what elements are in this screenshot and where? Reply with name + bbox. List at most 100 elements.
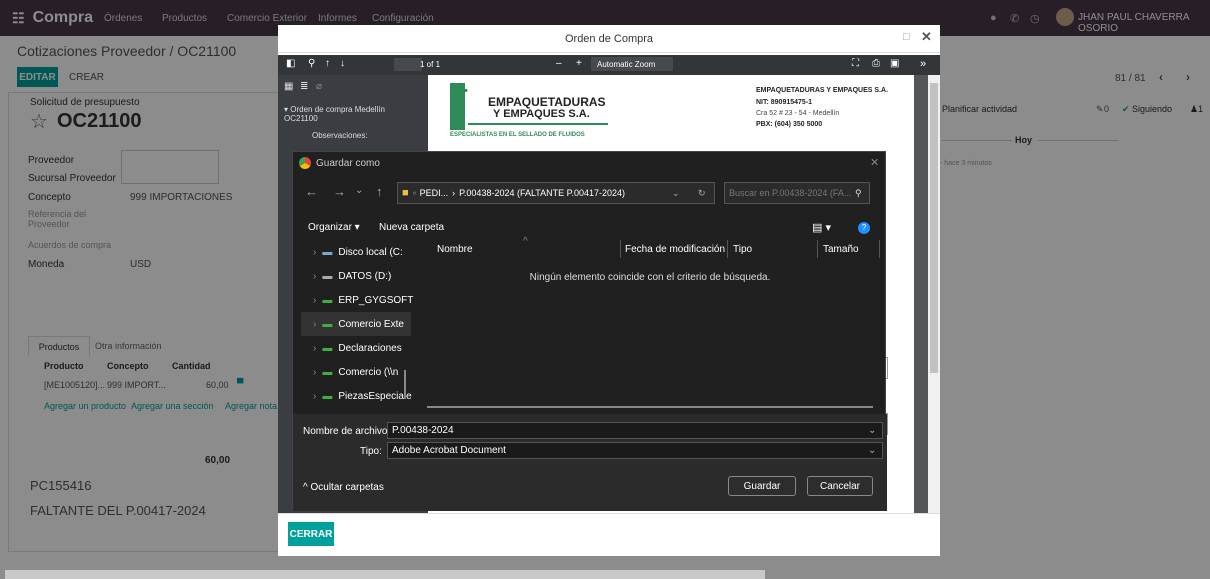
file-list-scrollbar[interactable]: [427, 406, 873, 408]
expand-icon[interactable]: ›: [313, 319, 316, 330]
pdf-toolbar: ◧ ⚲ ↑ ↓ 1 of 1 – + Automatic Zoom ⛶ ⎙ ▣ …: [278, 55, 940, 75]
hide-folders-toggle[interactable]: ^ Ocultar carpetas: [303, 482, 384, 493]
file-list-header: Nombre ^ Fecha de modificación Tipo Tama…: [417, 236, 883, 260]
outline-item[interactable]: ▾ Orden de compra Medellín OC21100: [284, 105, 404, 123]
col-fecha[interactable]: Fecha de modificación: [625, 244, 725, 255]
fullscreen-icon[interactable]: ⛶: [852, 58, 859, 69]
tree-item-declaraciones[interactable]: › ▬ Declaraciones: [301, 336, 411, 360]
maximize-icon[interactable]: □: [903, 31, 910, 43]
forward-icon[interactable]: →: [333, 184, 346, 199]
search-icon[interactable]: ⚲: [855, 188, 862, 199]
tree-label: Disco local (C:: [338, 246, 403, 258]
expand-icon[interactable]: ›: [313, 391, 316, 402]
close-icon[interactable]: ✕: [921, 29, 932, 45]
folder-icon: ■: [402, 187, 409, 199]
page-number-input[interactable]: [394, 58, 422, 71]
logo-line2: Y EMPAQUES S.A.: [493, 108, 590, 120]
download-icon[interactable]: ▣: [890, 58, 899, 69]
modal-title: Orden de Compra: [564, 33, 654, 45]
filename-dropdown-icon[interactable]: ⌄: [868, 425, 876, 436]
command-bar: Organizar ▾ Nueva carpeta ▤ ▾ ?: [293, 216, 887, 238]
page-scrollbar[interactable]: [5, 570, 765, 579]
col-nombre[interactable]: Nombre: [437, 244, 473, 255]
type-dropdown-icon[interactable]: ⌄: [868, 445, 876, 456]
col-tipo[interactable]: Tipo: [733, 244, 752, 255]
dialog-title: Guardar como: [316, 158, 380, 169]
overflow-icon[interactable]: «: [413, 190, 417, 197]
back-icon[interactable]: ←: [305, 184, 318, 199]
expand-icon[interactable]: ›: [313, 367, 316, 378]
thumbnails-icon[interactable]: ▦: [284, 81, 293, 92]
refresh-icon[interactable]: ↻: [698, 188, 706, 199]
zoom-select[interactable]: Automatic Zoom: [591, 57, 673, 71]
company-pbx: PBX: (604) 350 5000: [756, 121, 823, 128]
search-icon[interactable]: ⚲: [308, 58, 315, 69]
outline-sub-item[interactable]: Observaciones:: [312, 131, 368, 140]
tree-item-erp[interactable]: › ▬ ERP_GYGSOFT: [301, 288, 413, 312]
outline-icon[interactable]: ≣: [300, 81, 308, 92]
expand-icon[interactable]: ›: [313, 295, 316, 306]
page-down-icon[interactable]: ↓: [340, 58, 345, 69]
path-current[interactable]: P.00438-2024 (FALTANTE P.00417-2024): [459, 188, 625, 198]
save-button[interactable]: Guardar: [728, 476, 796, 496]
path-separator-icon: ›: [452, 188, 456, 198]
close-modal-button[interactable]: CERRAR: [288, 522, 334, 546]
tree-item-comercio-n[interactable]: › ▬ Comercio (\\n: [301, 360, 411, 384]
up-icon[interactable]: ↑: [376, 184, 383, 199]
print-icon[interactable]: ⎙: [872, 58, 880, 69]
tree-label: Comercio (\\n: [338, 366, 399, 378]
more-tools-icon[interactable]: »: [920, 58, 926, 70]
col-divider: [879, 240, 880, 258]
filename-value: P.00438-2024: [392, 425, 454, 436]
col-tamano[interactable]: Tamaño: [823, 244, 859, 255]
chrome-icon: [299, 157, 311, 169]
organize-label: Organizar: [308, 222, 352, 233]
attachments-icon[interactable]: ⌀: [316, 81, 322, 92]
type-select[interactable]: Adobe Acrobat Document ⌄: [387, 442, 883, 459]
filename-input[interactable]: P.00438-2024 ⌄: [387, 422, 883, 439]
network-drive-icon: ▬: [322, 318, 333, 330]
file-list: Nombre ^ Fecha de modificación Tipo Tama…: [417, 236, 883, 410]
sidebar-toggle-icon[interactable]: ◧: [286, 58, 295, 69]
company-nit: NIT: 890915475-1: [756, 99, 813, 106]
cancel-button[interactable]: Cancelar: [807, 476, 873, 496]
tree-label: Declaraciones: [338, 342, 402, 354]
expand-icon[interactable]: ›: [313, 271, 316, 282]
zoom-out-icon[interactable]: –: [556, 58, 562, 69]
col-divider: [817, 240, 818, 258]
history-chevron-icon[interactable]: ⌄: [355, 185, 363, 196]
zoom-in-icon[interactable]: +: [576, 58, 582, 69]
dialog-titlebar: Guardar como ✕: [293, 152, 887, 176]
view-options-icon[interactable]: ▤ ▾: [812, 221, 831, 234]
sort-icon: ^: [523, 236, 528, 247]
tree-item-c[interactable]: › ▬ Disco local (C:: [301, 240, 411, 264]
pdf-scrollbar[interactable]: [928, 75, 940, 513]
page-up-icon[interactable]: ↑: [325, 58, 330, 69]
address-bar[interactable]: ■ « PEDI... › P.00438-2024 (FALTANTE P.0…: [397, 182, 715, 204]
collapse-icon: ^: [303, 482, 308, 493]
page-count: 1 of 1: [420, 60, 441, 69]
path-dropdown-icon[interactable]: ⌄: [672, 188, 680, 199]
organize-menu[interactable]: Organizar ▾: [308, 222, 360, 233]
pdf-scroll-thumb[interactable]: [930, 83, 938, 373]
expand-icon[interactable]: ›: [313, 247, 316, 258]
help-icon[interactable]: ?: [858, 222, 870, 234]
network-drive-icon: ▬: [322, 366, 333, 378]
path-prefix[interactable]: PEDI...: [420, 188, 449, 198]
tree-item-d[interactable]: › ▬ DATOS (D:): [301, 264, 411, 288]
tree-item-comercio-exte[interactable]: › ▬ Comercio Exte: [301, 312, 411, 336]
company-name: EMPAQUETADURAS Y EMPAQUES S.A.: [756, 87, 888, 94]
new-folder-button[interactable]: Nueva carpeta: [379, 222, 444, 233]
tree-scrollbar[interactable]: [404, 370, 406, 394]
col-divider: [620, 240, 621, 258]
expand-icon[interactable]: ›: [313, 343, 316, 354]
network-drive-icon: ▬: [322, 342, 333, 354]
dialog-close-icon[interactable]: ✕: [870, 156, 879, 169]
search-placeholder: Buscar en P.00438-2024 (FA...: [729, 188, 852, 198]
company-address: Cra 52 # 23 - 54 - Medellín: [756, 110, 840, 117]
type-value: Adobe Acrobat Document: [392, 445, 506, 456]
search-input[interactable]: Buscar en P.00438-2024 (FA... ⚲: [724, 182, 870, 204]
tree-item-piezas[interactable]: › ▬ PiezasEspeciale: [301, 384, 412, 408]
logo-dot: •: [464, 85, 468, 97]
hide-folders-label: Ocultar carpetas: [310, 482, 384, 493]
